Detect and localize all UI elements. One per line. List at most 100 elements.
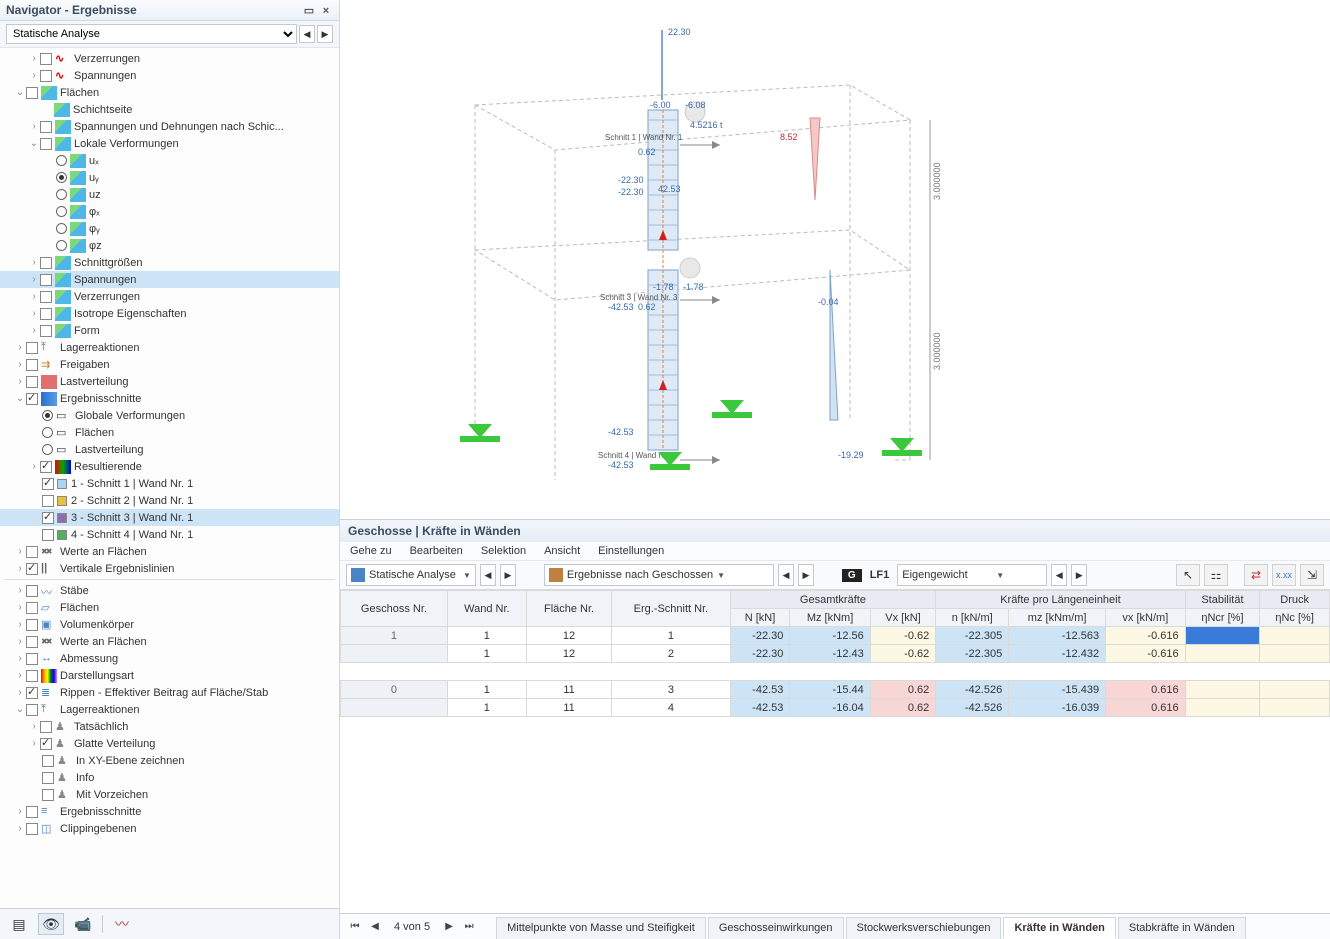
tree-item[interactable]: ›Isotrope Eigenschaften [0,305,339,322]
svg-text:22.30: 22.30 [668,27,691,37]
tree-item[interactable]: ⌄⤒Lagerreaktionen [0,701,339,718]
tree-item[interactable]: ›Vertikale Ergebnislinien [0,560,339,577]
menu-einstellungen[interactable]: Einstellungen [598,545,664,557]
prev-result[interactable]: ◀ [778,564,794,586]
tree-item[interactable]: ♟Mit Vorzeichen [0,786,339,803]
tool-export-icon[interactable]: ⇲ [1300,564,1324,586]
prev-page-button[interactable]: ◀ [366,921,384,932]
results-table: Geschoss Nr. Wand Nr. Fläche Nr. Erg.-Sc… [340,590,1330,717]
tree-item[interactable]: ›Resultierende [0,458,339,475]
tree-item[interactable]: ♟Info [0,769,339,786]
tree-item[interactable]: uₓ [0,152,339,169]
prev-analysis[interactable]: ◀ [480,564,496,586]
last-page-button[interactable]: ⏭ [460,921,478,932]
tool-filter-icon[interactable]: ⚏ [1204,564,1228,586]
tree-item[interactable]: φₓ [0,203,339,220]
loadcase-dropdown[interactable]: Eigengewicht▼ [897,564,1047,586]
tree-item[interactable]: ›Verzerrungen [0,50,339,67]
first-page-button[interactable]: ⏮ [346,921,364,932]
tree-item[interactable]: 2 - Schnitt 2 | Wand Nr. 1 [0,492,339,509]
tree-item[interactable]: ⌄Ergebnisschnitte [0,390,339,407]
tree-item[interactable]: ⌄Flächen [0,84,339,101]
tree-item[interactable]: uᵧ [0,169,339,186]
tree-item[interactable]: ›≣Rippen - Effektiver Beitrag auf Fläche… [0,684,339,701]
navigator-title: Navigator - Ergebnisse [6,3,137,17]
svg-text:-22.30: -22.30 [618,187,644,197]
tree-item[interactable]: ›◫Clippingebenen [0,820,339,837]
tree-item[interactable]: ›Lastverteilung [0,373,339,390]
tree-item[interactable]: ▭Flächen [0,424,339,441]
tree-item[interactable]: ›▣Volumenkörper [0,616,339,633]
results-table-wrap[interactable]: Geschoss Nr. Wand Nr. Fläche Nr. Erg.-Sc… [340,590,1330,913]
tree-item[interactable]: ›⇉Freigaben [0,356,339,373]
tool-cursor-icon[interactable]: ↖ [1176,564,1200,586]
table-row[interactable]: 11121-22.30-12.56-0.62-22.305-12.563-0.6… [341,627,1330,645]
tree-item[interactable]: 4 - Schnitt 4 | Wand Nr. 1 [0,526,339,543]
footer-tab[interactable]: Kräfte in Wänden [1003,917,1115,939]
menu-ansicht[interactable]: Ansicht [544,545,580,557]
tree-item[interactable]: uᴢ [0,186,339,203]
results-tree[interactable]: ›Verzerrungen ›Spannungen ⌄Flächen Schic… [0,48,339,908]
view-eye-icon[interactable]: 👁 [38,913,64,935]
table-row[interactable]: 1122-22.30-12.43-0.62-22.305-12.432-0.61… [341,645,1330,663]
tree-item-schnitt3[interactable]: 3 - Schnitt 3 | Wand Nr. 1 [0,509,339,526]
menu-selektion[interactable]: Selektion [481,545,526,557]
next-result[interactable]: ▶ [798,564,814,586]
results-footer: ⏮ ◀ 4 von 5 ▶ ⏭ Mittelpunkte von Masse u… [340,913,1330,939]
tree-item[interactable]: ›Spannungen und Dehnungen nach Schic... [0,118,339,135]
tree-item[interactable]: φᵧ [0,220,339,237]
tree-item[interactable]: ›Verzerrungen [0,288,339,305]
tree-item[interactable]: ♟In XY-Ebene zeichnen [0,752,339,769]
menu-bearbeiten[interactable]: Bearbeiten [410,545,463,557]
prev-lc[interactable]: ◀ [1051,564,1067,586]
table-row[interactable]: 1114-42.53-16.040.62-42.526-16.0390.616 [341,699,1330,717]
tree-item[interactable]: ›▱Flächen [0,599,339,616]
tree-item[interactable]: ›Darstellungsart [0,667,339,684]
tree-item[interactable]: ›↔Abmessung [0,650,339,667]
next-page-button[interactable]: ▶ [440,921,458,932]
tree-item[interactable]: 1 - Schnitt 1 | Wand Nr. 1 [0,475,339,492]
menu-gehezu[interactable]: Gehe zu [350,545,392,557]
table-row[interactable]: 01113-42.53-15.440.62-42.526-15.4390.616 [341,681,1330,699]
tree-item[interactable]: ›♟Tatsächlich [0,718,339,735]
tree-item-spannungen[interactable]: ›Spannungen [0,271,339,288]
tree-item[interactable]: ›〰Stäbe [0,582,339,599]
3d-viewport[interactable]: 3.000000 3.000000 22.30 -6.00 [340,0,1330,519]
prev-mode-button[interactable]: ◀ [299,25,315,43]
tool-xxx-icon[interactable]: x.xx [1272,564,1296,586]
svg-text:Schnitt 3 | Wand Nr. 3: Schnitt 3 | Wand Nr. 3 [600,293,678,302]
svg-text:-22.30: -22.30 [618,175,644,185]
tree-item[interactable]: ›Form [0,322,339,339]
analysis-dropdown[interactable]: Statische Analyse▼ [346,564,476,586]
footer-tab[interactable]: Stockwerksverschiebungen [846,917,1002,939]
view-data-icon[interactable]: ▤ [6,913,32,935]
tree-item[interactable]: ▭Lastverteilung [0,441,339,458]
close-icon[interactable]: × [319,5,333,17]
footer-tab[interactable]: Stabkräfte in Wänden [1118,917,1246,939]
tree-item[interactable]: ▭Globale Verformungen [0,407,339,424]
view-camera-icon[interactable]: 📹 [70,913,96,935]
tree-item[interactable]: ›⤒Lagerreaktionen [0,339,339,356]
tree-item[interactable]: Schichtseite [0,101,339,118]
next-lc[interactable]: ▶ [1071,564,1087,586]
results-by-dropdown[interactable]: Ergebnisse nach Geschossen▼ [544,564,774,586]
results-panel: Geschosse | Kräfte in Wänden Gehe zu Bea… [340,519,1330,939]
tree-item[interactable]: ›Werte an Flächen [0,633,339,650]
tree-item[interactable]: φᴢ [0,237,339,254]
tree-item[interactable]: ›≡Ergebnisschnitte [0,803,339,820]
tree-item[interactable]: ›♟Glatte Verteilung [0,735,339,752]
tool-link-icon[interactable]: ⇄ [1244,564,1268,586]
tree-item[interactable]: ›Spannungen [0,67,339,84]
next-mode-button[interactable]: ▶ [317,25,333,43]
view-graph-icon[interactable]: 〰 [109,913,135,935]
svg-text:-42.53: -42.53 [608,427,634,437]
tree-item[interactable]: ›Schnittgrößen [0,254,339,271]
tree-item[interactable]: ⌄Lokale Verformungen [0,135,339,152]
navigator-header: Navigator - Ergebnisse ▭ × [0,0,339,21]
analysis-mode-select[interactable]: Statische Analyse [6,24,297,44]
next-analysis[interactable]: ▶ [500,564,516,586]
tree-item[interactable]: ›Werte an Flächen [0,543,339,560]
pin-icon[interactable]: ▭ [302,4,316,17]
footer-tab[interactable]: Geschosseinwirkungen [708,917,844,939]
footer-tab[interactable]: Mittelpunkte von Masse und Steifigkeit [496,917,706,939]
